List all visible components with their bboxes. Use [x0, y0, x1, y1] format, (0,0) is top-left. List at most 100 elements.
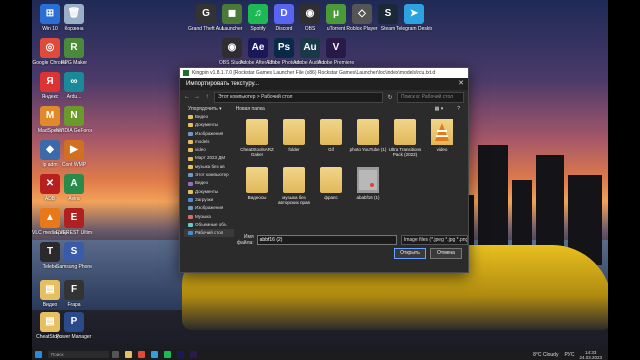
file-item[interactable]: CheatStoolsARZ Gaker	[238, 119, 276, 157]
app-icon: G	[196, 4, 216, 24]
chrome-icon[interactable]	[138, 351, 145, 358]
weather-label[interactable]: 8°C Cloudy	[533, 352, 558, 358]
nav-item-label: Документы	[195, 188, 219, 194]
nav-item[interactable]: Видео	[184, 179, 234, 187]
refresh-icon[interactable]: ↻	[387, 94, 393, 101]
file-item[interactable]: фрапс	[312, 167, 350, 200]
dialog-titlebar: Импортировать текстуру... ✕	[180, 78, 468, 90]
desktop-icon[interactable]: V Adobe Premiere	[318, 38, 354, 66]
address-row: ← → ↑ Этот компьютер > Рабочий стол ↻ По…	[180, 90, 468, 104]
desktop-icon[interactable]: 🗑 Корзина	[56, 4, 92, 32]
app-titlebar: Kingpin v1.8.1.7.0 [Rockstar Games Launc…	[180, 68, 468, 78]
app-icon: D	[274, 4, 294, 24]
letterbox-left	[0, 0, 32, 360]
filetype-select[interactable]: Image files (*.jpeg *.jpg *.png *...	[400, 235, 468, 245]
file-item[interactable]: video	[423, 119, 461, 152]
app-icon: F	[64, 280, 84, 300]
folder-icon	[188, 198, 193, 203]
new-folder-button[interactable]: Новая папка	[236, 106, 265, 112]
app-icon: N	[64, 106, 84, 126]
desktop-icon[interactable]: E EVEREST Ultima...	[56, 208, 92, 236]
desktop-icon[interactable]: F Frapa	[56, 280, 92, 308]
file-item[interactable]: Gif	[312, 119, 350, 152]
filename-label: Имя файла:	[236, 234, 254, 246]
nav-item[interactable]: Этот компьютер	[184, 171, 234, 179]
app-icon: ◉	[222, 38, 242, 58]
nav-item-label: Загрузки	[195, 196, 214, 202]
nav-item[interactable]: Музыка	[184, 213, 234, 221]
app-icon: μ	[326, 4, 346, 24]
spotify-icon[interactable]	[164, 351, 171, 358]
file-item[interactable]: folder	[275, 119, 313, 152]
filename-input[interactable]: abbf16 (2)	[256, 235, 397, 245]
view-options-icon[interactable]: ▦ ▾	[435, 106, 444, 112]
file-item[interactable]: ababf16 (1)	[349, 167, 387, 200]
file-item-label: фрапс	[324, 195, 338, 200]
nav-item-label: Этот компьютер	[195, 172, 229, 178]
desktop-icon[interactable]: ➤ Telegram Desktop	[396, 4, 432, 32]
up-arrow-icon[interactable]: ↑	[204, 94, 210, 100]
telegram-icon[interactable]	[151, 351, 158, 358]
desktop-icon[interactable]: N NVIDIA GeForce	[56, 106, 92, 134]
desktop-icon[interactable]: A Avira	[56, 174, 92, 202]
explorer-icon[interactable]	[125, 351, 132, 358]
nav-item[interactable]: models	[184, 138, 234, 146]
back-arrow-icon[interactable]: ←	[184, 94, 190, 100]
close-icon[interactable]: ✕	[454, 78, 468, 90]
desktop-icon[interactable]: R RPG Maker	[56, 38, 92, 66]
desktop-icon-label: NVIDIA GeForce	[56, 128, 92, 134]
cancel-button[interactable]: Отмена	[430, 248, 462, 259]
file-item-label: video	[436, 147, 448, 152]
app-icon: ♫	[248, 4, 268, 24]
desktop-icon[interactable]: S Samsung Phone C...	[56, 242, 92, 270]
forward-arrow-icon[interactable]: →	[194, 94, 200, 100]
folder-icon	[320, 119, 342, 145]
language-label[interactable]: РУС	[564, 352, 574, 358]
task-view-icon[interactable]	[112, 351, 119, 358]
desktop-icon[interactable]: ▶ Cont WMP	[56, 140, 92, 168]
search-input[interactable]: Поиск в: Рабочий стол	[397, 91, 464, 103]
file-item-label: музыка без авторских прав	[278, 195, 310, 205]
file-item-label: folder	[288, 147, 300, 152]
address-bar[interactable]: Этот компьютер > Рабочий стол	[214, 91, 383, 103]
vlc-folder-icon	[431, 119, 453, 145]
nav-item[interactable]: Март 2023 ДМ	[184, 154, 234, 162]
folder-icon	[246, 167, 268, 193]
nav-item[interactable]: Изображения	[184, 204, 234, 212]
nav-item[interactable]: Видео	[184, 113, 234, 121]
open-button[interactable]: Открыть	[394, 248, 426, 259]
nav-item[interactable]: Объемные объ	[184, 221, 234, 229]
nav-item[interactable]: Документы	[184, 188, 234, 196]
desktop-icon[interactable]: ∞ Ardu...	[56, 72, 92, 100]
desktop-icon[interactable]: P Power Manager 2.0	[56, 312, 92, 340]
file-item[interactable]: Видеосы	[238, 167, 276, 200]
clock[interactable]: 14:33 24.03.2023	[579, 350, 602, 360]
folder-icon	[394, 119, 416, 145]
nav-item-label: Изображения	[195, 130, 224, 136]
file-item[interactable]: Ultra Transitions Pack (2022)	[386, 119, 424, 157]
desktop-icon-label: EVEREST Ultima...	[56, 230, 92, 236]
desktop-icon-label: RPG Maker	[60, 60, 88, 66]
toolbar: Упорядочить ▾ Новая папка ▦ ▾ ?	[180, 104, 468, 113]
taskbar-search[interactable]: Поиск	[48, 351, 109, 358]
file-item[interactable]: музыка без авторских прав	[275, 167, 313, 205]
after-effects-icon[interactable]	[177, 351, 184, 358]
nav-item-label: models	[195, 138, 210, 144]
nav-item[interactable]: Изображения	[184, 130, 234, 138]
nav-item[interactable]: музыка без ав	[184, 163, 234, 171]
help-icon[interactable]: ?	[457, 106, 460, 112]
start-icon[interactable]	[35, 351, 42, 358]
file-grid: CheatStoolsARZ Gaker folder Gif photo YouTu…	[238, 119, 464, 227]
nav-item[interactable]: Загрузки	[184, 196, 234, 204]
desktop-icon-label: Ardu...	[66, 94, 82, 100]
folder-icon	[188, 123, 193, 128]
folder-icon	[188, 115, 193, 120]
nav-item[interactable]: video	[184, 146, 234, 154]
nav-item[interactable]: Документы	[184, 121, 234, 129]
file-item[interactable]: photo YouTube (1)	[349, 119, 387, 152]
folder-icon	[188, 173, 193, 178]
premiere-icon[interactable]	[190, 351, 197, 358]
organize-button[interactable]: Упорядочить ▾	[188, 106, 222, 112]
nav-item-label: Март 2023 ДМ	[195, 155, 226, 161]
image-thumbnail-icon	[357, 167, 379, 193]
